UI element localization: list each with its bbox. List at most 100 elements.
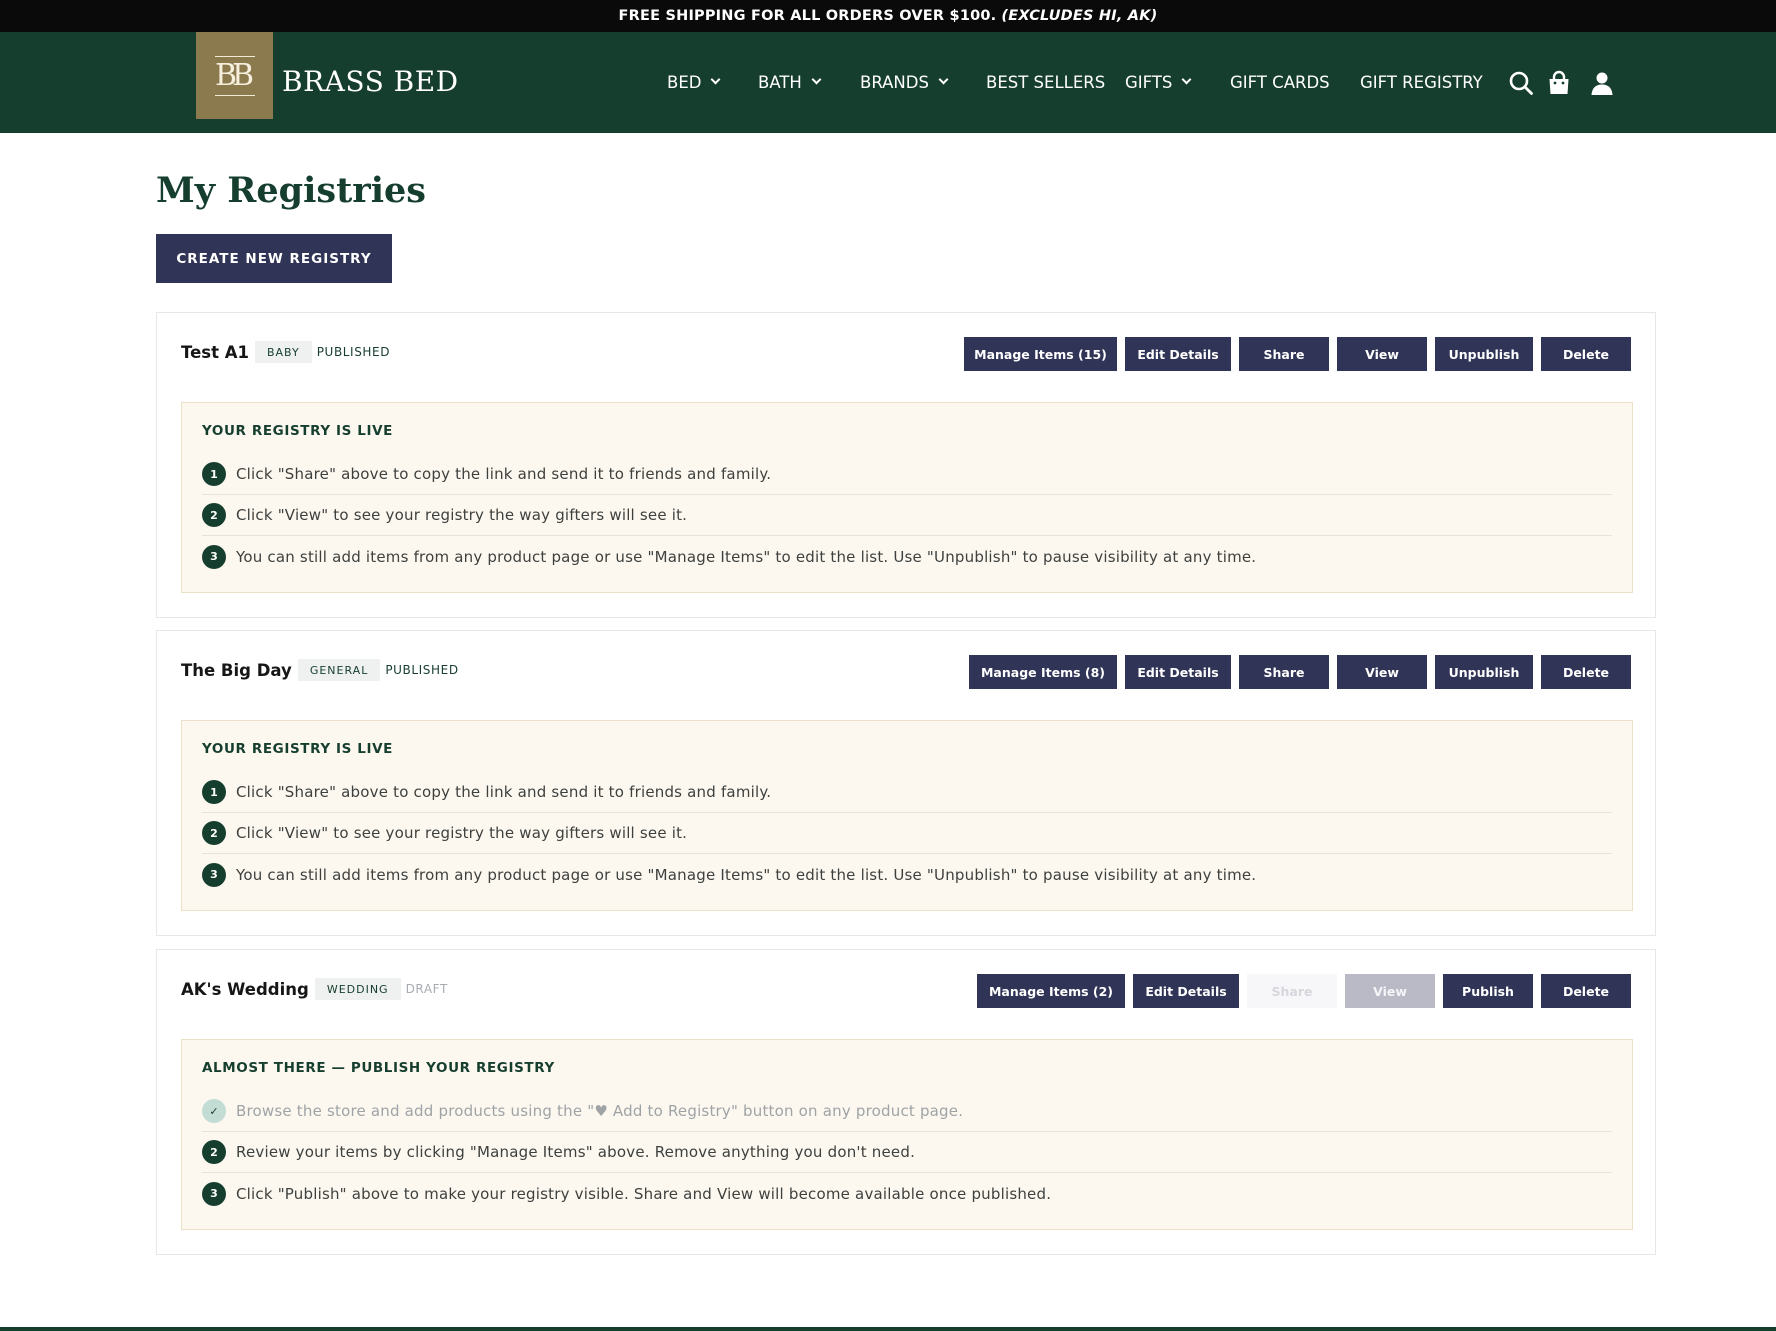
step-text: You can still add items from any product…: [236, 865, 1257, 884]
registry-name: Test A1: [181, 342, 249, 362]
announcement-bar: FREE SHIPPING FOR ALL ORDERS OVER $100. …: [0, 0, 1776, 32]
registry-status-panel: ALMOST THERE — PUBLISH YOUR REGISTRY ✓ B…: [181, 1039, 1633, 1230]
site-header: BB BRASS BED BED BATH BRANDS BEST SELLER…: [0, 32, 1776, 133]
registry-header: Test A1 BABY PUBLISHED: [181, 335, 390, 369]
step-number: 2: [202, 821, 226, 845]
edit-details-button[interactable]: Edit Details: [1133, 974, 1239, 1008]
nav-label: GIFT CARDS: [1230, 72, 1330, 92]
step-number: 2: [202, 503, 226, 527]
step-item: 1 Click "Share" above to copy the link a…: [202, 454, 1612, 495]
search-icon[interactable]: [1508, 70, 1534, 96]
step-text: Click "Publish" above to make your regis…: [236, 1184, 1052, 1203]
step-item: 2 Review your items by clicking "Manage …: [202, 1132, 1612, 1173]
announcement-emphasis: (EXCLUDES HI, AK): [1001, 8, 1158, 24]
registry-name: The Big Day: [181, 660, 292, 680]
brand-name[interactable]: BRASS BED: [282, 65, 459, 98]
nav-label: BATH: [758, 72, 802, 92]
brand-logo[interactable]: BB: [196, 32, 273, 119]
shopping-bag-icon[interactable]: [1546, 70, 1572, 96]
step-item: 3 You can still add items from any produ…: [202, 536, 1612, 577]
chevron-down-icon: [1181, 74, 1192, 85]
registry-header: AK's Wedding WEDDING DRAFT: [181, 972, 448, 1006]
nav-item-gift-cards[interactable]: GIFT CARDS: [1230, 70, 1330, 94]
step-item: 3 Click "Publish" above to make your reg…: [202, 1173, 1612, 1214]
manage-items-button[interactable]: Manage Items (15): [964, 337, 1117, 371]
panel-title: ALMOST THERE — PUBLISH YOUR REGISTRY: [202, 1060, 555, 1076]
nav-item-bath[interactable]: BATH: [758, 70, 822, 94]
step-number: 3: [202, 544, 226, 569]
registry-type-badge: WEDDING: [314, 978, 401, 1000]
nav-item-gifts[interactable]: GIFTS: [1125, 70, 1192, 94]
nav-label: GIFT REGISTRY: [1360, 72, 1483, 92]
share-button[interactable]: Share: [1239, 337, 1329, 371]
publish-button[interactable]: Publish: [1443, 974, 1533, 1008]
delete-button[interactable]: Delete: [1541, 337, 1631, 371]
footer-edge: [0, 1327, 1776, 1331]
registry-type-badge: GENERAL: [297, 659, 381, 681]
step-item: 2 Click "View" to see your registry the …: [202, 813, 1612, 854]
nav-item-bed[interactable]: BED: [667, 70, 721, 94]
step-text: Click "Share" above to copy the link and…: [236, 783, 772, 801]
registry-actions: Manage Items (15) Edit Details Share Vie…: [964, 337, 1631, 371]
step-item: 2 Click "View" to see your registry the …: [202, 495, 1612, 536]
checkmark-icon: ✓: [202, 1099, 226, 1123]
nav-item-gift-registry[interactable]: GIFT REGISTRY: [1360, 70, 1483, 94]
create-new-registry-button[interactable]: CREATE NEW REGISTRY: [156, 234, 392, 283]
view-button[interactable]: View: [1337, 655, 1427, 689]
step-number: 2: [202, 1140, 226, 1164]
nav-item-best-sellers[interactable]: BEST SELLERS: [986, 70, 1105, 94]
nav-label: BRANDS: [860, 72, 929, 92]
announcement-text: FREE SHIPPING FOR ALL ORDERS OVER $100.: [618, 8, 997, 24]
page-title: My Registries: [156, 170, 426, 211]
registry-status: DRAFT: [405, 982, 448, 996]
nav-label: BEST SELLERS: [986, 72, 1106, 92]
step-text: Click "Share" above to copy the link and…: [236, 465, 772, 483]
step-text: Click "View" to see your registry the wa…: [236, 506, 688, 524]
registry-actions: Manage Items (8) Edit Details Share View…: [969, 655, 1631, 689]
registry-status-panel: YOUR REGISTRY IS LIVE 1 Click "Share" ab…: [181, 402, 1633, 593]
chevron-down-icon: [938, 74, 949, 85]
registry-name: AK's Wedding: [181, 979, 309, 999]
edit-details-button[interactable]: Edit Details: [1125, 655, 1231, 689]
unpublish-button[interactable]: Unpublish: [1435, 655, 1533, 689]
edit-details-button[interactable]: Edit Details: [1125, 337, 1231, 371]
nav-label: BED: [667, 72, 702, 92]
step-text: Browse the store and add products using …: [236, 1102, 964, 1120]
manage-items-button[interactable]: Manage Items (2): [977, 974, 1125, 1008]
view-button[interactable]: View: [1337, 337, 1427, 371]
chevron-down-icon: [711, 74, 721, 85]
chevron-down-icon: [811, 74, 822, 85]
step-text: You can still add items from any product…: [236, 547, 1257, 566]
registry-card: AK's Wedding WEDDING DRAFT Manage Items …: [156, 949, 1656, 1255]
logo-rule-top: [214, 55, 255, 57]
panel-title: YOUR REGISTRY IS LIVE: [202, 741, 393, 757]
delete-button[interactable]: Delete: [1541, 974, 1631, 1008]
share-button[interactable]: Share: [1239, 655, 1329, 689]
panel-title: YOUR REGISTRY IS LIVE: [202, 423, 393, 439]
logo-monogram: BB: [214, 57, 254, 93]
step-number: 1: [202, 780, 226, 804]
share-button: Share: [1247, 974, 1337, 1008]
registry-type-badge: BABY: [254, 341, 312, 363]
registry-actions: Manage Items (2) Edit Details Share View…: [977, 974, 1631, 1008]
registry-status: PUBLISHED: [385, 663, 459, 677]
step-text: Review your items by clicking "Manage It…: [236, 1143, 916, 1161]
step-number: 1: [202, 462, 226, 486]
nav-label: GIFTS: [1125, 72, 1173, 92]
delete-button[interactable]: Delete: [1541, 655, 1631, 689]
step-item-completed: ✓ Browse the store and add products usin…: [202, 1091, 1612, 1132]
step-item: 1 Click "Share" above to copy the link a…: [202, 772, 1612, 813]
manage-items-button[interactable]: Manage Items (8): [969, 655, 1117, 689]
step-text: Click "View" to see your registry the wa…: [236, 824, 688, 842]
view-button: View: [1345, 974, 1435, 1008]
registry-card: Test A1 BABY PUBLISHED Manage Items (15)…: [156, 312, 1656, 618]
step-number: 3: [202, 862, 226, 887]
registry-status: PUBLISHED: [316, 345, 391, 359]
unpublish-button[interactable]: Unpublish: [1435, 337, 1533, 371]
logo-rule-bottom: [214, 94, 255, 96]
step-number: 3: [202, 1181, 226, 1206]
registry-header: The Big Day GENERAL PUBLISHED: [181, 653, 459, 687]
account-icon[interactable]: [1589, 70, 1615, 96]
step-item: 3 You can still add items from any produ…: [202, 854, 1612, 895]
nav-item-brands[interactable]: BRANDS: [860, 70, 949, 94]
